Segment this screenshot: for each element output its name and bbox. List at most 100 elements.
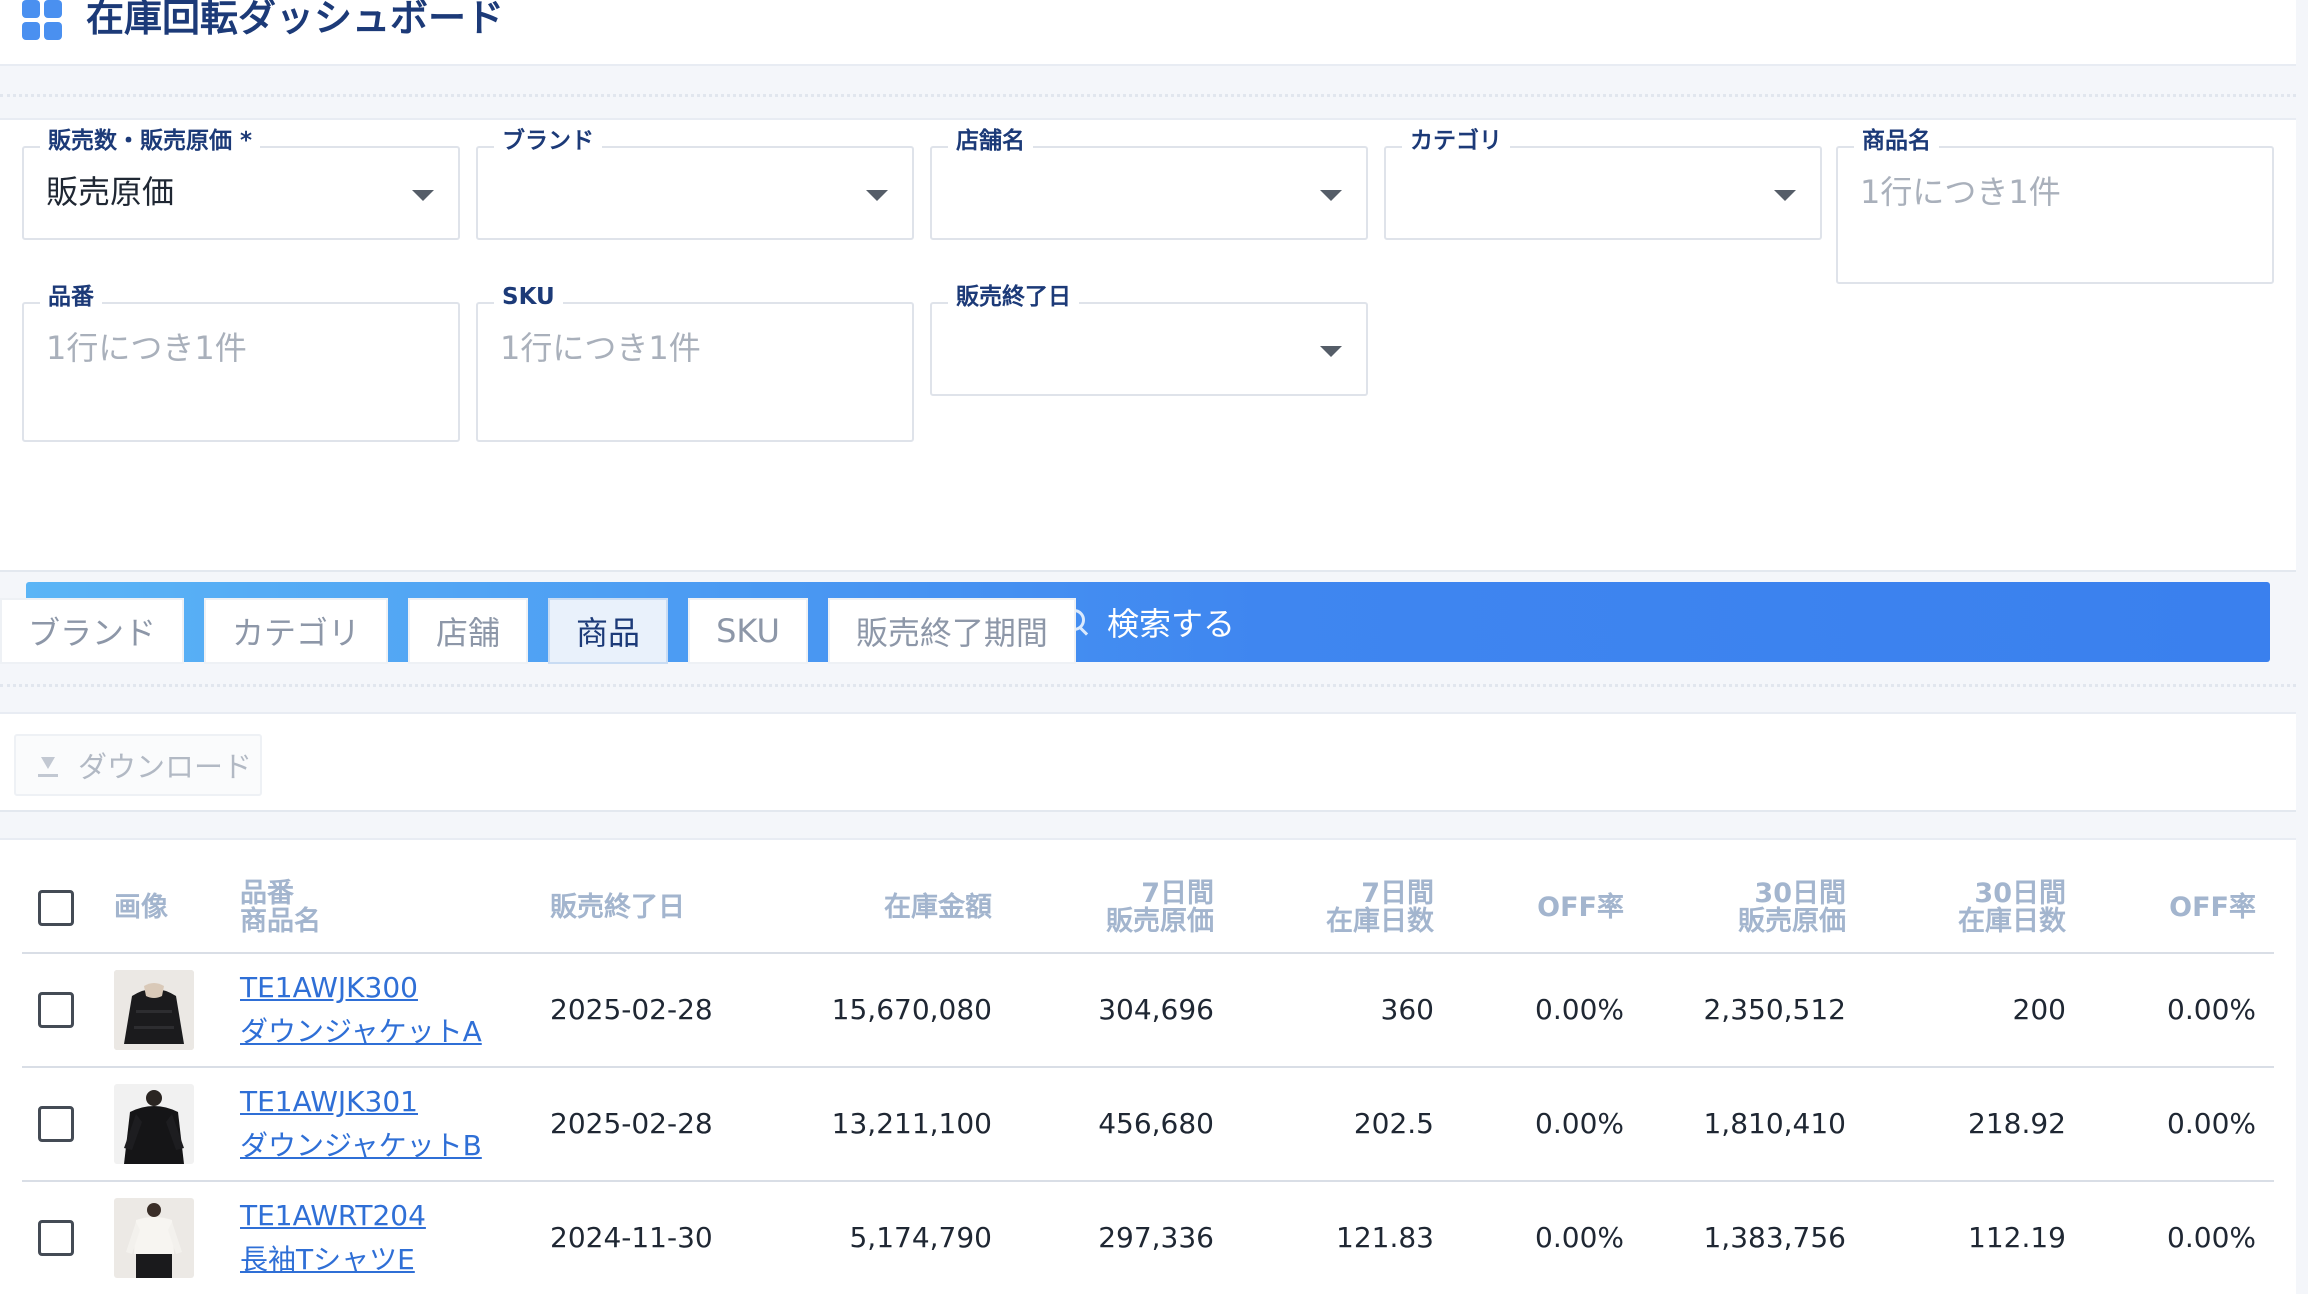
row-off-rate-30d: 0.00% xyxy=(2167,1221,2256,1254)
row-off-rate-30d: 0.00% xyxy=(2167,993,2256,1026)
store-select[interactable]: 店舗名 xyxy=(930,128,1368,240)
row-checkbox[interactable] xyxy=(38,1220,74,1256)
select-all-checkbox[interactable] xyxy=(38,890,74,926)
row-end-date: 2024-11-30 xyxy=(550,1221,713,1254)
row-end-date: 2025-02-28 xyxy=(550,1107,713,1140)
col-image: 画像 xyxy=(114,892,168,923)
metric-value: 販売原価 xyxy=(46,173,175,211)
row-30d-cost: 2,350,512 xyxy=(1703,993,1846,1026)
col-end-date: 販売終了日 xyxy=(550,892,685,923)
chevron-down-icon xyxy=(866,190,888,201)
row-stock-amount: 15,670,080 xyxy=(831,993,992,1026)
product-name-link[interactable]: ダウンジャケットA xyxy=(240,1015,482,1048)
row-stock-amount: 13,211,100 xyxy=(831,1107,992,1140)
row-product-name[interactable]: ダウンジャケットB xyxy=(240,1126,482,1166)
col-stock-amount: 在庫金額 xyxy=(884,892,992,923)
tab-store[interactable]: 店舗 xyxy=(408,598,529,664)
row-product-name[interactable]: 長袖TシャツE xyxy=(240,1240,415,1280)
col-part-number-line2: 商品名 xyxy=(240,906,321,937)
filter-panel: 販売数・販売原価 * 販売原価 ブランド 店舗名 カテゴリ 商品名 1行につき1… xyxy=(0,118,2296,662)
row-divider xyxy=(22,1066,2274,1068)
dashboard-grid-icon xyxy=(22,0,62,40)
download-button[interactable]: ダウンロード xyxy=(14,734,262,796)
chevron-down-icon xyxy=(412,190,434,201)
row-divider xyxy=(22,1180,2274,1182)
sku-field[interactable]: SKU 1行につき1件 xyxy=(476,284,914,442)
part-number-link[interactable]: TE1AWJK300 xyxy=(240,971,418,1004)
col-off-rate-30d: OFF率 xyxy=(2169,892,2256,923)
col-30d-cost-line1: 30日間 xyxy=(1754,878,1846,909)
row-7d-cost: 297,336 xyxy=(1098,1221,1214,1254)
part-number-link[interactable]: TE1AWRT204 xyxy=(240,1199,426,1232)
row-30d-cost: 1,810,410 xyxy=(1703,1107,1846,1140)
search-button-label: 検索する xyxy=(1106,605,1235,643)
col-30d-days: 30日間 在庫日数 xyxy=(1860,880,2066,936)
col-30d-days-line2: 在庫日数 xyxy=(1958,906,2066,937)
divider xyxy=(0,94,2296,97)
row-product-name[interactable]: ダウンジャケットA xyxy=(240,1012,482,1052)
col-30d-days-line1: 30日間 xyxy=(1974,878,2066,909)
product-thumbnail xyxy=(114,970,194,1050)
col-7d-days: 7日間 在庫日数 xyxy=(1230,880,1434,936)
page-title: 在庫回転ダッシュボード xyxy=(86,0,505,40)
col-7d-days-line2: 在庫日数 xyxy=(1326,906,1434,937)
category-select[interactable]: カテゴリ xyxy=(1384,128,1822,240)
col-off-rate-7d: OFF率 xyxy=(1537,892,1624,923)
part-number-label: 品番 xyxy=(40,284,102,310)
product-thumbnail xyxy=(114,1084,194,1164)
view-tabs: ブランド カテゴリ 店舗 商品 SKU 販売終了期間 xyxy=(0,598,1096,664)
row-off-rate-30d: 0.00% xyxy=(2167,1107,2256,1140)
col-part-number: 品番 商品名 xyxy=(240,880,321,936)
download-icon xyxy=(38,753,58,777)
category-label: カテゴリ xyxy=(1402,128,1510,154)
metric-label: 販売数・販売原価 * xyxy=(40,128,261,154)
tab-product[interactable]: 商品 xyxy=(548,598,669,664)
part-number-field[interactable]: 品番 1行につき1件 xyxy=(22,284,460,442)
row-7d-cost: 304,696 xyxy=(1098,993,1214,1026)
brand-select[interactable]: ブランド xyxy=(476,128,914,240)
col-7d-cost-line2: 販売原価 xyxy=(1106,906,1214,937)
row-30d-days: 112.19 xyxy=(1968,1221,2066,1254)
row-7d-days: 202.5 xyxy=(1353,1107,1434,1140)
store-label: 店舗名 xyxy=(948,128,1033,154)
tab-category[interactable]: カテゴリ xyxy=(204,598,389,664)
tab-sku[interactable]: SKU xyxy=(688,598,808,664)
part-number-placeholder: 1行につき1件 xyxy=(46,329,247,367)
row-30d-cost: 1,383,756 xyxy=(1703,1221,1846,1254)
row-divider xyxy=(22,952,2274,954)
row-7d-days: 360 xyxy=(1380,993,1434,1026)
col-7d-cost: 7日間 販売原価 xyxy=(1010,880,1214,936)
app-header: 在庫回転ダッシュボード xyxy=(0,0,2296,66)
row-checkbox[interactable] xyxy=(38,992,74,1028)
product-name-link[interactable]: 長袖TシャツE xyxy=(240,1243,415,1276)
sku-placeholder: 1行につき1件 xyxy=(500,329,701,367)
end-date-label: 販売終了日 xyxy=(948,284,1079,310)
tab-brand[interactable]: ブランド xyxy=(0,598,185,664)
chevron-down-icon xyxy=(1320,190,1342,201)
tab-end-period[interactable]: 販売終了期間 xyxy=(827,598,1076,664)
row-off-rate-7d: 0.00% xyxy=(1535,1221,1624,1254)
row-stock-amount: 5,174,790 xyxy=(849,1221,992,1254)
part-number-link[interactable]: TE1AWJK301 xyxy=(240,1085,418,1118)
row-30d-days: 200 xyxy=(2012,993,2066,1026)
end-date-select[interactable]: 販売終了日 xyxy=(930,284,1368,396)
col-part-number-line1: 品番 xyxy=(240,878,294,909)
chevron-down-icon xyxy=(1774,190,1796,201)
product-name-link[interactable]: ダウンジャケットB xyxy=(240,1129,482,1162)
row-part-number[interactable]: TE1AWJK300 xyxy=(240,968,418,1008)
col-7d-cost-line1: 7日間 xyxy=(1141,878,1214,909)
row-part-number[interactable]: TE1AWJK301 xyxy=(240,1082,418,1122)
row-30d-days: 218.92 xyxy=(1968,1107,2066,1140)
row-checkbox[interactable] xyxy=(38,1106,74,1142)
product-name-field[interactable]: 商品名 1行につき1件 xyxy=(1836,128,2274,284)
row-part-number[interactable]: TE1AWRT204 xyxy=(240,1196,426,1236)
chevron-down-icon xyxy=(1320,346,1342,357)
divider xyxy=(0,684,2296,687)
col-30d-cost: 30日間 販売原価 xyxy=(1640,880,1846,936)
product-name-placeholder: 1行につき1件 xyxy=(1860,173,2061,211)
row-off-rate-7d: 0.00% xyxy=(1535,993,1624,1026)
product-name-label: 商品名 xyxy=(1854,128,1939,154)
row-off-rate-7d: 0.00% xyxy=(1535,1107,1624,1140)
row-7d-cost: 456,680 xyxy=(1098,1107,1214,1140)
metric-select[interactable]: 販売数・販売原価 * 販売原価 xyxy=(22,128,460,240)
